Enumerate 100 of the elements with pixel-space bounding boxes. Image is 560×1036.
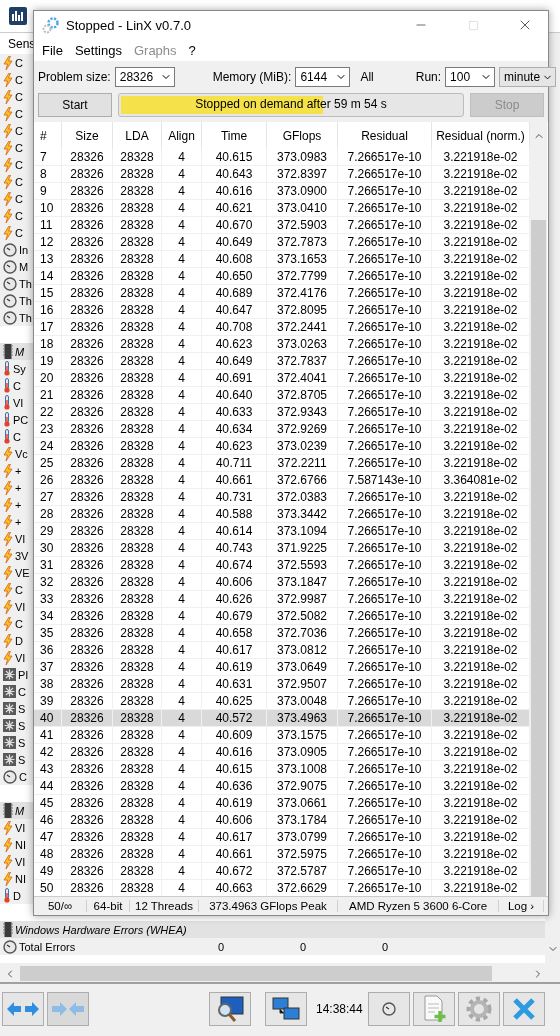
table-row[interactable]: 11 28326 28328 4 40.670 372.5903 7.266517e-10 3.221918e-02 <box>34 217 530 234</box>
table-row[interactable]: 28 28326 28328 4 40.588 373.3442 7.266517e-10 3.221918e-02 <box>34 506 530 523</box>
table-row[interactable]: 19 28326 28328 4 40.649 372.7837 7.266517e-10 3.221918e-02 <box>34 353 530 370</box>
sensor-label: 3V <box>15 549 29 562</box>
table-row[interactable]: 17 28326 28328 4 40.708 372.2441 7.266517e-10 3.221918e-02 <box>34 319 530 336</box>
table-row[interactable]: 29 28326 28328 4 40.614 373.1094 7.266517e-10 3.221918e-02 <box>34 523 530 540</box>
table-row[interactable]: 22 28326 28328 4 40.633 372.9343 7.266517e-10 3.221918e-02 <box>34 404 530 421</box>
lightning-icon <box>3 565 13 580</box>
table-row[interactable]: 43 28326 28328 4 40.615 373.1008 7.266517e-10 3.221918e-02 <box>34 761 530 778</box>
run-dropdown[interactable]: 100 <box>445 67 496 87</box>
chip-icon <box>3 922 13 937</box>
table-row[interactable]: 42 28326 28328 4 40.616 373.0905 7.266517e-10 3.221918e-02 <box>34 744 530 761</box>
table-row[interactable]: 8 28326 28328 4 40.643 372.8397 7.266517e-10 3.221918e-02 <box>34 166 530 183</box>
scrollbar-thumb[interactable] <box>20 966 492 981</box>
sensor-label: C <box>18 685 26 698</box>
report-button[interactable] <box>412 992 455 1026</box>
table-row[interactable]: 26 28326 28328 4 40.661 372.6766 7.587143e-10 3.364081e-02 <box>34 472 530 489</box>
lightning-icon <box>3 89 13 104</box>
lightning-icon <box>3 55 13 70</box>
lightning-icon <box>3 582 13 597</box>
table-row[interactable]: 15 28326 28328 4 40.689 372.4176 7.266517e-10 3.221918e-02 <box>34 285 530 302</box>
lightning-icon <box>3 650 13 665</box>
table-row[interactable]: 47 28326 28328 4 40.617 373.0799 7.266517e-10 3.221918e-02 <box>34 829 530 846</box>
table-row[interactable]: 39 28326 28328 4 40.625 373.0048 7.266517e-10 3.221918e-02 <box>34 693 530 710</box>
lightning-icon <box>3 446 13 461</box>
sensor-label: D <box>13 889 21 902</box>
problem-size-dropdown[interactable]: 28326 <box>114 67 175 87</box>
table-row[interactable]: 34 28326 28328 4 40.679 372.5082 7.266517e-10 3.221918e-02 <box>34 608 530 625</box>
lightning-icon <box>3 72 13 87</box>
sensor-label: Th <box>19 277 32 290</box>
table-row[interactable]: 12 28326 28328 4 40.649 372.7873 7.266517e-10 3.221918e-02 <box>34 234 530 251</box>
sensor-label: + <box>15 464 22 477</box>
sensor-label: S <box>18 753 26 766</box>
table-row[interactable]: 46 28326 28328 4 40.606 373.1784 7.266517e-10 3.221918e-02 <box>34 812 530 829</box>
lightning-icon <box>3 599 13 614</box>
lightning-icon <box>3 820 13 835</box>
thermometer-icon <box>3 412 11 427</box>
fan-icon <box>3 719 16 732</box>
close-button[interactable] <box>502 992 545 1026</box>
menu-item[interactable]: File <box>36 42 69 58</box>
table-row[interactable]: 40 28326 28328 4 40.572 373.4963 7.266517e-10 3.221918e-02 <box>34 710 530 727</box>
table-cell: 40.663 <box>202 880 267 897</box>
start-button[interactable]: Start <box>38 93 112 117</box>
clock-icon <box>381 1002 396 1016</box>
table-row[interactable]: 48 28326 28328 4 40.661 372.5975 7.266517e-10 3.221918e-02 <box>34 846 530 863</box>
monitor-search-button[interactable] <box>209 992 251 1026</box>
table-row[interactable]: 45 28326 28328 4 40.619 373.0661 7.266517e-10 3.221918e-02 <box>34 795 530 812</box>
lightning-icon <box>3 157 13 172</box>
settings-button[interactable] <box>457 992 500 1026</box>
table-row[interactable]: 14 28326 28328 4 40.650 372.7799 7.266517e-10 3.221918e-02 <box>34 268 530 285</box>
sensor-label: S <box>18 702 26 715</box>
table-row[interactable]: 10 28326 28328 4 40.621 373.0410 7.266517e-10 3.221918e-02 <box>34 200 530 217</box>
collapse-button[interactable] <box>47 992 89 1026</box>
memory-dropdown[interactable]: 6144 <box>295 67 351 87</box>
arrows-outward-icon <box>6 1001 40 1017</box>
table-row[interactable]: 36 28326 28328 4 40.617 373.0812 7.266517e-10 3.221918e-02 <box>34 642 530 659</box>
table-row[interactable]: 25 28326 28328 4 40.711 372.2211 7.266517e-10 3.221918e-02 <box>34 455 530 472</box>
table-row[interactable]: 49 28326 28328 4 40.672 372.5787 7.266517e-10 3.221918e-02 <box>34 863 530 880</box>
table-row[interactable]: 23 28326 28328 4 40.634 372.9269 7.266517e-10 3.221918e-02 <box>34 421 530 438</box>
status-text[interactable]: Log › <box>499 900 544 912</box>
lightning-icon <box>3 837 13 852</box>
run-unit-dropdown[interactable]: minute <box>499 67 557 87</box>
timer-button[interactable] <box>367 992 410 1026</box>
table-row[interactable]: 7 28326 28328 4 40.615 373.0983 7.266517e-10 3.221918e-02 <box>34 149 530 166</box>
table-row[interactable]: 16 28326 28328 4 40.647 372.8095 7.266517e-10 3.221918e-02 <box>34 302 530 319</box>
table-row[interactable]: 32 28326 28328 4 40.606 373.1847 7.266517e-10 3.221918e-02 <box>34 574 530 591</box>
expand-button[interactable] <box>2 992 44 1026</box>
table-row[interactable]: 9 28326 28328 4 40.616 373.0900 7.266517e-10 3.221918e-02 <box>34 183 530 200</box>
table-row[interactable]: 24 28326 28328 4 40.623 373.0239 7.266517e-10 3.221918e-02 <box>34 438 530 455</box>
scrollbar-thumb[interactable] <box>531 220 546 896</box>
menu-item[interactable]: ? <box>182 42 202 58</box>
sensor-group-label: M <box>15 345 25 358</box>
memory-label: Memory (MiB): <box>212 70 292 84</box>
table-row[interactable]: 30 28326 28328 4 40.743 371.9225 7.266517e-10 3.221918e-02 <box>34 540 530 557</box>
table-row[interactable]: 18 28326 28328 4 40.623 373.0263 7.266517e-10 3.221918e-02 <box>34 336 530 353</box>
table-row[interactable]: 41 28326 28328 4 40.609 373.1575 7.266517e-10 3.221918e-02 <box>34 727 530 744</box>
arrows-inward-icon <box>51 1001 85 1017</box>
table-row[interactable]: 20 28326 28328 4 40.691 372.4041 7.266517e-10 3.221918e-02 <box>34 370 530 387</box>
sensor-label: Vc <box>15 447 28 460</box>
table-row[interactable]: 37 28326 28328 4 40.619 373.0649 7.266517e-10 3.221918e-02 <box>34 659 530 676</box>
status-text: 50/∞ <box>34 900 87 912</box>
network-button[interactable] <box>265 992 307 1026</box>
two-monitors-icon <box>271 996 301 1022</box>
table-row[interactable]: 13 28326 28328 4 40.608 373.1653 7.266517e-10 3.221918e-02 <box>34 251 530 268</box>
menu-item[interactable]: Settings <box>68 42 128 58</box>
table-row[interactable]: 33 28326 28328 4 40.626 372.9987 7.266517e-10 3.221918e-02 <box>34 591 530 608</box>
lightning-icon <box>3 123 13 138</box>
problem-size-label: Problem size: <box>38 70 111 84</box>
sensor-label: C <box>13 379 21 392</box>
sensor-label: S <box>18 719 26 732</box>
table-row[interactable]: 35 28326 28328 4 40.658 372.7036 7.266517e-10 3.221918e-02 <box>34 625 530 642</box>
table-row[interactable]: 21 28326 28328 4 40.640 372.8705 7.266517e-10 3.221918e-02 <box>34 387 530 404</box>
sensor-label: C <box>15 56 23 69</box>
lightning-icon <box>3 871 13 886</box>
table-row[interactable]: 27 28326 28328 4 40.731 372.0383 7.266517e-10 3.221918e-02 <box>34 489 530 506</box>
table-row[interactable]: 38 28326 28328 4 40.631 372.9507 7.266517e-10 3.221918e-02 <box>34 676 530 693</box>
table-row[interactable]: 44 28326 28328 4 40.636 372.9075 7.266517e-10 3.221918e-02 <box>34 778 530 795</box>
sensor-label: C <box>15 226 23 239</box>
table-row[interactable]: 31 28326 28328 4 40.674 372.5593 7.266517e-10 3.221918e-02 <box>34 557 530 574</box>
thermometer-icon <box>3 361 11 376</box>
